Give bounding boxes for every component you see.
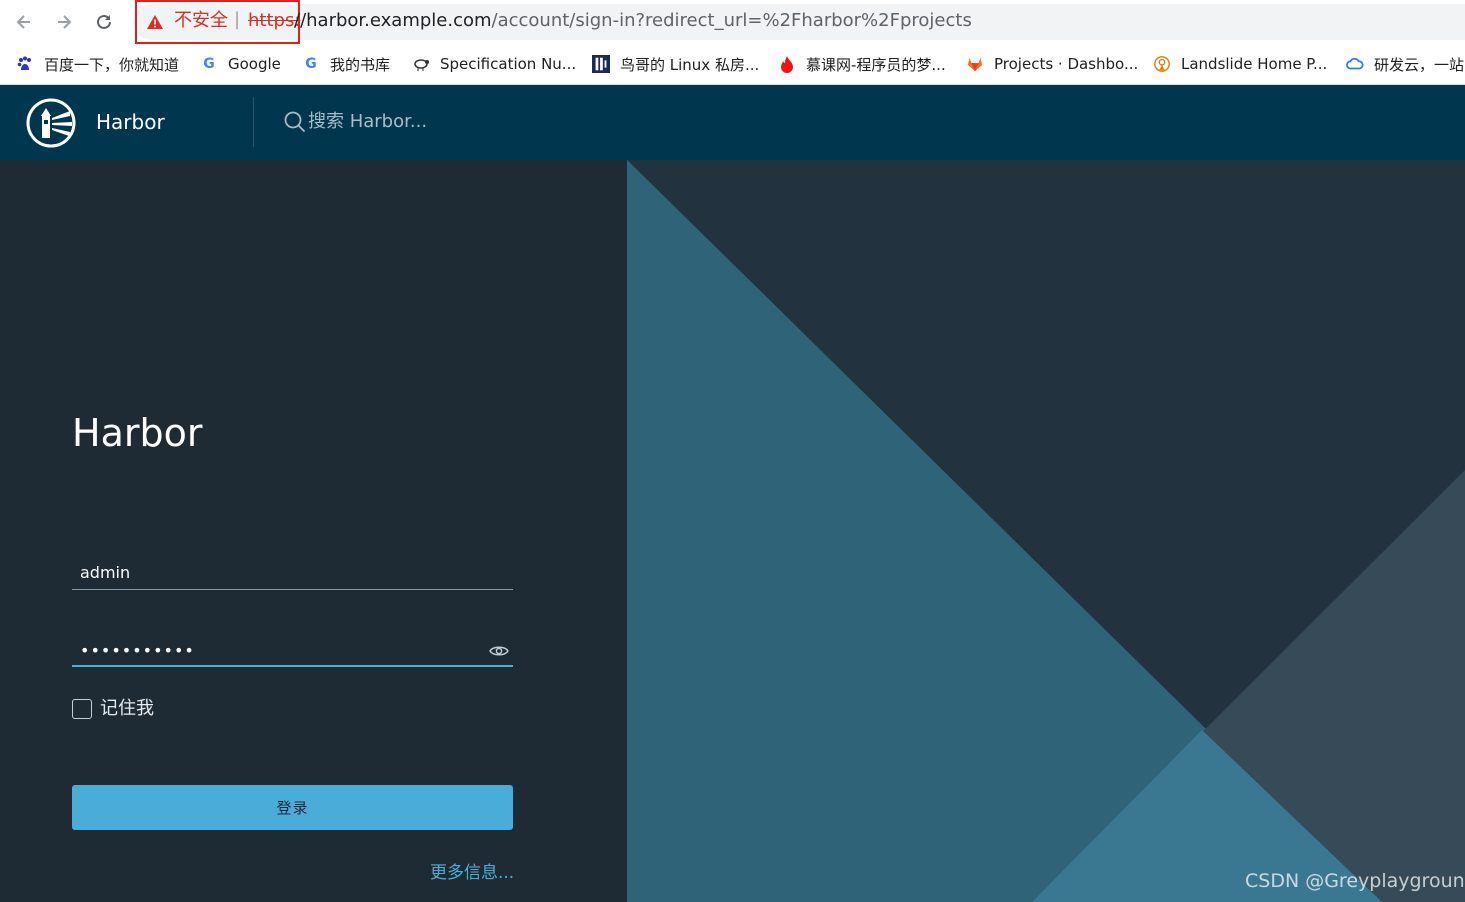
bookmark-label: 慕课网-程序员的梦... (806, 55, 946, 74)
warning-triangle-icon[interactable] (146, 13, 164, 31)
url-separator: | (234, 9, 241, 30)
forward-button[interactable] (50, 8, 78, 36)
bookmark-label: Projects · Dashbo... (994, 55, 1139, 73)
username-input[interactable] (72, 556, 472, 588)
bookmark-baidu[interactable]: 百度一下，你就知道 (16, 53, 179, 75)
url-host: //harbor.example.com (294, 10, 492, 31)
password-field[interactable] (72, 634, 513, 667)
login-title: Harbor (72, 411, 203, 455)
remember-me-label[interactable]: 记住我 (100, 698, 154, 720)
bookmark-label: Google (228, 55, 281, 73)
cloud-icon (1346, 55, 1364, 73)
header-divider (253, 97, 254, 147)
bookmark-label: 鸟哥的 Linux 私房... (620, 55, 760, 74)
bookmark-landslide[interactable]: Landslide Home P... (1153, 53, 1327, 75)
bookmark-vbird-linux[interactable]: 鸟哥的 Linux 私房... (592, 53, 759, 75)
eye-icon[interactable] (489, 644, 509, 658)
gitlab-icon (966, 55, 984, 73)
browser-address-bar: 不安全 | https: //harbor.example.com/accoun… (0, 0, 1465, 44)
url-path: /account/sign-in?redirect_url=%2Fharbor%… (491, 10, 972, 31)
login-panel: Harbor 记住我 登录 更多信息... (0, 160, 627, 902)
vbird-icon (592, 55, 610, 73)
bookmark-yanfayun[interactable]: 研发云，一站 (1346, 53, 1464, 75)
bookmark-label: Specification Nu... (440, 55, 577, 73)
sheep-icon (412, 55, 430, 73)
reload-icon (97, 14, 111, 29)
google-g-icon: G (305, 56, 317, 72)
bookmarks-bar: 百度一下，你就知道 G Google G 我的书库 Specification … (0, 44, 1465, 85)
global-search-input[interactable]: 搜索 Harbor... (308, 110, 427, 134)
username-field[interactable] (72, 556, 513, 590)
back-button[interactable] (10, 8, 38, 36)
main-content: Harbor 记住我 登录 更多信息... (0, 160, 1465, 902)
bookmark-my-library[interactable]: G 我的书库 (302, 53, 390, 75)
bookmark-label: Landslide Home P... (1181, 55, 1328, 73)
login-button[interactable]: 登录 (72, 785, 513, 830)
harbor-logo-icon[interactable] (26, 98, 76, 148)
arrow-right-icon (58, 15, 72, 29)
bookmark-imooc[interactable]: 慕课网-程序员的梦... (778, 53, 946, 75)
landslide-icon (1153, 55, 1171, 73)
app-header: Harbor 搜索 Harbor... (0, 85, 1465, 160)
not-secure-label[interactable]: 不安全 (174, 10, 228, 32)
decorative-background (627, 160, 1465, 902)
reload-button[interactable] (90, 8, 118, 36)
remember-me[interactable]: 记住我 (72, 698, 154, 720)
more-info-link[interactable]: 更多信息... (430, 858, 514, 883)
arrow-left-icon (16, 15, 30, 29)
google-g-icon: G (203, 56, 215, 72)
flame-icon (778, 55, 796, 73)
remember-me-checkbox[interactable] (72, 699, 92, 719)
bookmark-label: 我的书库 (330, 55, 391, 74)
bookmark-specification[interactable]: Specification Nu... (412, 53, 576, 75)
search-icon[interactable] (284, 111, 306, 133)
bookmark-gitlab-projects[interactable]: Projects · Dashbo... (966, 53, 1138, 75)
decorative-triangles (627, 160, 1465, 902)
bookmark-google[interactable]: G Google (200, 53, 281, 75)
url-scheme: https: (248, 10, 301, 31)
password-input[interactable] (72, 634, 472, 666)
url-text: //harbor.example.com/account/sign-in?red… (294, 10, 972, 32)
watermark: CSDN @Greyplayground (1245, 870, 1465, 892)
baidu-paw-icon (16, 55, 34, 73)
brand-name[interactable]: Harbor (96, 109, 165, 135)
bookmark-label: 研发云，一站 (1374, 55, 1465, 74)
bookmark-label: 百度一下，你就知道 (44, 55, 180, 74)
